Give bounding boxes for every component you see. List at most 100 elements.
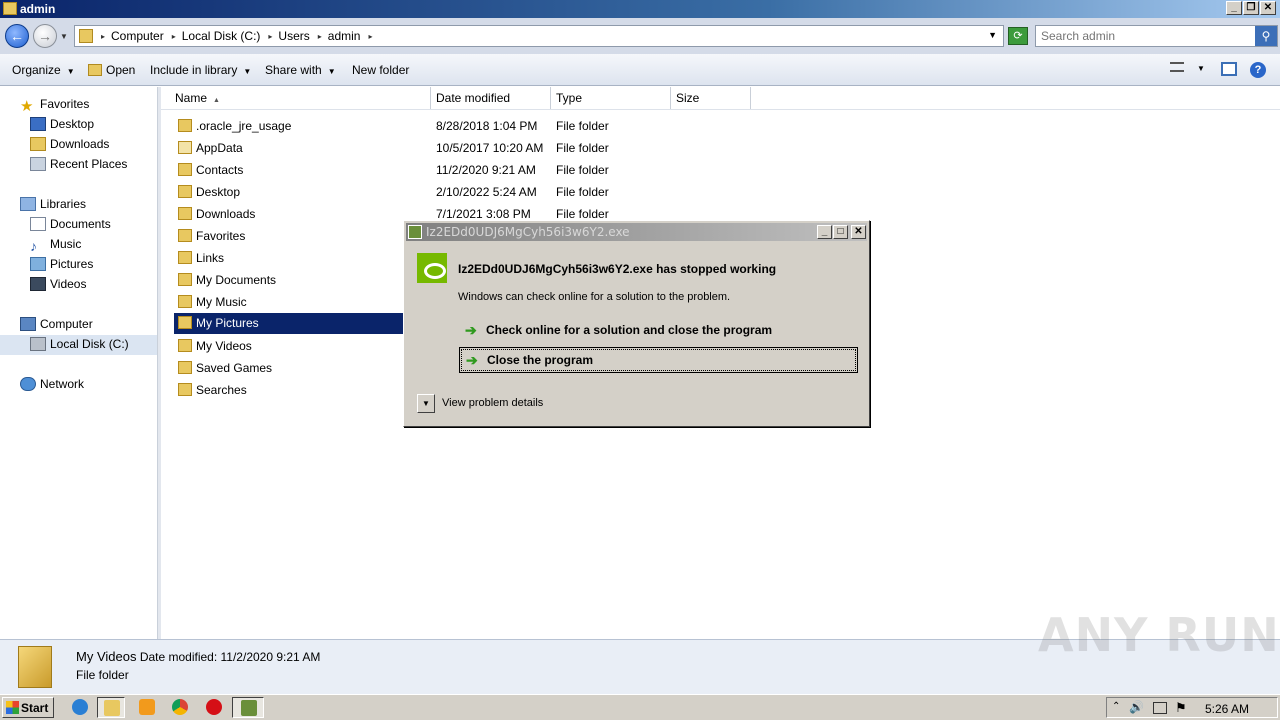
chevron-down-icon: ▼ — [66, 67, 75, 76]
file-date: 11/2/2020 9:21 AM — [436, 163, 536, 177]
volume-icon[interactable]: 🔊 — [1129, 700, 1144, 714]
start-button[interactable]: Start — [2, 697, 54, 718]
chevron-right-icon[interactable]: ▸ — [264, 29, 274, 43]
dialog-close-button[interactable]: ✕ — [851, 225, 866, 239]
crumb-users[interactable]: Users — [274, 29, 313, 43]
network-icon — [20, 377, 36, 391]
include-in-library-button[interactable]: Include in library ▼ — [150, 63, 251, 77]
search-input[interactable] — [1041, 29, 1251, 43]
search-box[interactable]: ⚲ — [1035, 25, 1278, 47]
crumb-admin[interactable]: admin — [324, 29, 365, 43]
pictures-icon — [30, 257, 46, 271]
nav-music[interactable]: ♪ Music — [30, 237, 81, 255]
table-row[interactable]: Contacts 11/2/2020 9:21 AM File folder — [174, 160, 764, 180]
crumb-local-disk[interactable]: Local Disk (C:) — [178, 29, 265, 43]
details-modified: Date modified: 11/2/2020 9:21 AM — [139, 650, 321, 664]
column-header-type[interactable]: Type — [551, 87, 671, 109]
back-button[interactable]: ← — [5, 24, 29, 48]
help-icon[interactable]: ? — [1250, 62, 1266, 78]
videos-folder-icon — [178, 339, 192, 352]
taskbar-chrome[interactable] — [166, 697, 194, 718]
file-date: 8/28/2018 1:04 PM — [436, 119, 538, 133]
chevron-right-icon[interactable]: ▸ — [364, 29, 374, 43]
chevron-right-icon[interactable]: ▸ — [97, 29, 107, 43]
file-name: Downloads — [196, 207, 256, 221]
table-row-selected[interactable]: My Pictures — [174, 313, 403, 334]
column-size-label: Size — [676, 91, 700, 105]
window-titlebar[interactable]: admin _ ❐ ✕ — [0, 0, 1280, 18]
new-folder-label: New folder — [352, 63, 410, 77]
dialog-heading: Iz2EDd0UDJ6MgCyh56i3w6Y2.exe has stopped… — [458, 262, 777, 276]
explorer-icon — [104, 700, 120, 716]
nav-libraries[interactable]: Libraries — [20, 197, 86, 215]
column-header-date[interactable]: Date modified — [431, 87, 551, 109]
file-type: File folder — [556, 185, 609, 199]
nav-network[interactable]: Network — [20, 377, 84, 395]
address-history-dropdown[interactable]: ▼ — [988, 30, 997, 40]
chevron-right-icon[interactable]: ▸ — [314, 29, 324, 43]
organize-button[interactable]: Organize ▼ — [12, 63, 75, 77]
file-name: My Music — [196, 295, 247, 309]
recent-places-icon — [30, 157, 46, 171]
crumb-computer[interactable]: Computer — [107, 29, 168, 43]
organize-label: Organize — [12, 63, 61, 77]
expand-details-button[interactable]: ▼ — [417, 394, 435, 413]
open-label: Open — [106, 63, 136, 77]
close-program-button[interactable]: ➔ Close the program — [459, 347, 858, 373]
column-header-name[interactable]: Name ▲ — [161, 87, 431, 109]
desktop-icon — [30, 117, 46, 131]
table-row[interactable]: .oracle_jre_usage 8/28/2018 1:04 PM File f… — [174, 116, 764, 136]
preview-pane-icon[interactable] — [1221, 62, 1237, 76]
table-row[interactable]: AppData 10/5/2017 10:20 AM File folder — [174, 138, 764, 158]
file-name: Saved Games — [196, 361, 273, 375]
details-type: File folder — [76, 668, 129, 682]
taskbar-explorer[interactable] — [97, 697, 125, 718]
view-problem-details-link[interactable]: View problem details — [442, 397, 543, 409]
nav-local-disk[interactable]: Local Disk (C:) — [0, 335, 157, 355]
views-dropdown[interactable]: ▼ — [1197, 64, 1205, 73]
address-bar[interactable]: ▸ Computer ▸ Local Disk (C:) ▸ Users ▸ a… — [74, 25, 1004, 47]
search-icon[interactable]: ⚲ — [1255, 26, 1277, 46]
dialog-minimize-button[interactable]: _ — [817, 225, 832, 239]
file-date: 7/1/2021 3:08 PM — [436, 207, 531, 221]
app-icon — [408, 225, 422, 239]
open-button[interactable]: Open — [88, 63, 135, 77]
chevron-right-icon[interactable]: ▸ — [168, 29, 178, 43]
column-date-label: Date modified — [436, 91, 511, 105]
dialog-maximize-button[interactable]: □ — [833, 225, 848, 239]
file-name: My Pictures — [196, 316, 259, 330]
views-icon[interactable] — [1170, 62, 1184, 72]
nav-computer[interactable]: Computer — [20, 317, 93, 335]
taskbar-ie[interactable] — [66, 697, 94, 718]
network-tray-icon[interactable] — [1153, 702, 1167, 714]
nav-favorites[interactable]: ★ Favorites — [20, 97, 89, 115]
check-online-button[interactable]: ➔ Check online for a solution and close … — [459, 317, 858, 343]
media-player-icon — [139, 699, 155, 715]
restore-button[interactable]: ❐ — [1243, 1, 1259, 15]
nav-recent-places[interactable]: Recent Places — [30, 157, 127, 175]
nav-videos[interactable]: Videos — [30, 277, 86, 295]
share-with-button[interactable]: Share with ▼ — [265, 63, 336, 77]
table-row[interactable]: Desktop 2/10/2022 5:24 AM File folder — [174, 182, 764, 202]
nav-desktop[interactable]: Desktop — [30, 117, 94, 135]
recent-pages-dropdown[interactable]: ▼ — [60, 32, 68, 41]
dialog-titlebar[interactable]: Iz2EDd0UDJ6MgCyh56i3w6Y2.exe _ □ ✕ — [406, 223, 867, 241]
new-folder-button[interactable]: New folder — [352, 63, 409, 77]
taskbar-opera[interactable] — [200, 697, 228, 718]
action-center-flag-icon[interactable]: ⚑ — [1175, 700, 1187, 716]
clock[interactable]: 5:26 AM — [1205, 702, 1249, 716]
nav-music-label: Music — [50, 237, 82, 251]
show-hidden-icons-icon[interactable]: ⌃ — [1112, 701, 1120, 712]
refresh-icon[interactable]: ⟳ — [1008, 27, 1028, 45]
chevron-down-icon: ▼ — [243, 67, 252, 76]
nav-pictures[interactable]: Pictures — [30, 257, 93, 275]
minimize-button[interactable]: _ — [1226, 1, 1242, 15]
close-button[interactable]: ✕ — [1260, 1, 1276, 15]
nav-downloads[interactable]: Downloads — [30, 137, 109, 155]
taskbar-error-dialog[interactable] — [232, 697, 264, 718]
column-header-size[interactable]: Size — [671, 87, 751, 109]
forward-button[interactable]: → — [33, 24, 57, 48]
taskbar-media-player[interactable] — [133, 697, 161, 718]
file-type: File folder — [556, 119, 609, 133]
nav-documents[interactable]: Documents — [30, 217, 111, 235]
